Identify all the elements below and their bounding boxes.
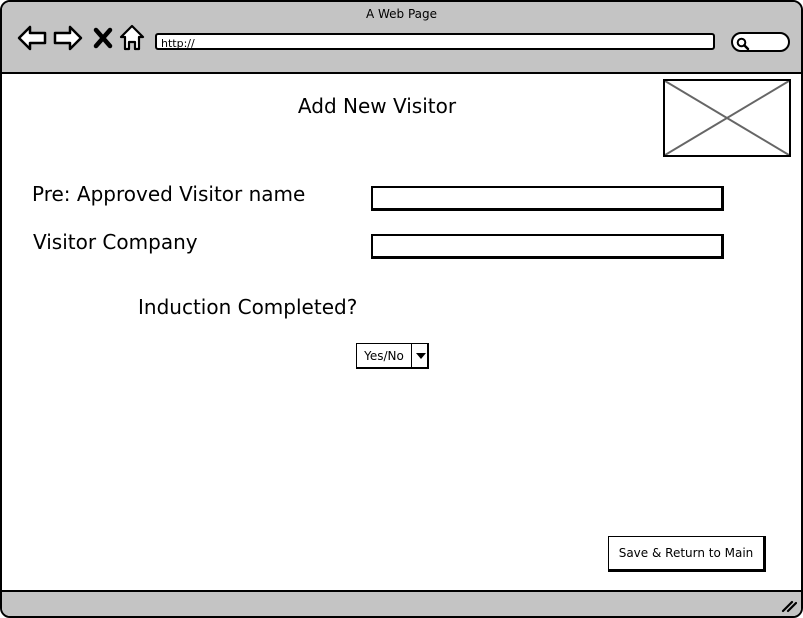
close-icon[interactable] — [93, 27, 113, 49]
page-title: Add New Visitor — [297, 94, 457, 118]
image-placeholder-icon — [663, 79, 791, 157]
search-icon — [736, 37, 750, 51]
save-return-button[interactable]: Save & Return to Main — [608, 536, 766, 572]
visitor-company-label: Visitor Company — [33, 230, 198, 254]
chevron-down-icon[interactable] — [412, 344, 427, 367]
window-title: A Web Page — [365, 7, 438, 21]
induction-select-value: Yes/No — [357, 344, 412, 367]
url-bar[interactable]: http:// — [155, 33, 715, 50]
browser-window: A Web Page http:// Add New Visitor Pre: … — [0, 0, 803, 618]
visitor-name-input[interactable] — [371, 186, 724, 211]
visitor-company-input[interactable] — [371, 234, 724, 259]
browser-toolbar: A Web Page http:// — [2, 2, 801, 74]
home-icon[interactable] — [118, 24, 146, 52]
forward-arrow-icon[interactable] — [52, 24, 84, 52]
visitor-name-label: Pre: Approved Visitor name — [32, 182, 306, 206]
induction-completed-label: Induction Completed? — [138, 295, 358, 319]
browser-search-box[interactable] — [731, 32, 790, 52]
back-arrow-icon[interactable] — [16, 24, 48, 52]
resize-grip-icon[interactable] — [781, 599, 797, 613]
page-content: Add New Visitor Pre: Approved Visitor na… — [2, 74, 801, 590]
status-bar — [2, 590, 801, 616]
induction-select[interactable]: Yes/No — [356, 343, 429, 369]
